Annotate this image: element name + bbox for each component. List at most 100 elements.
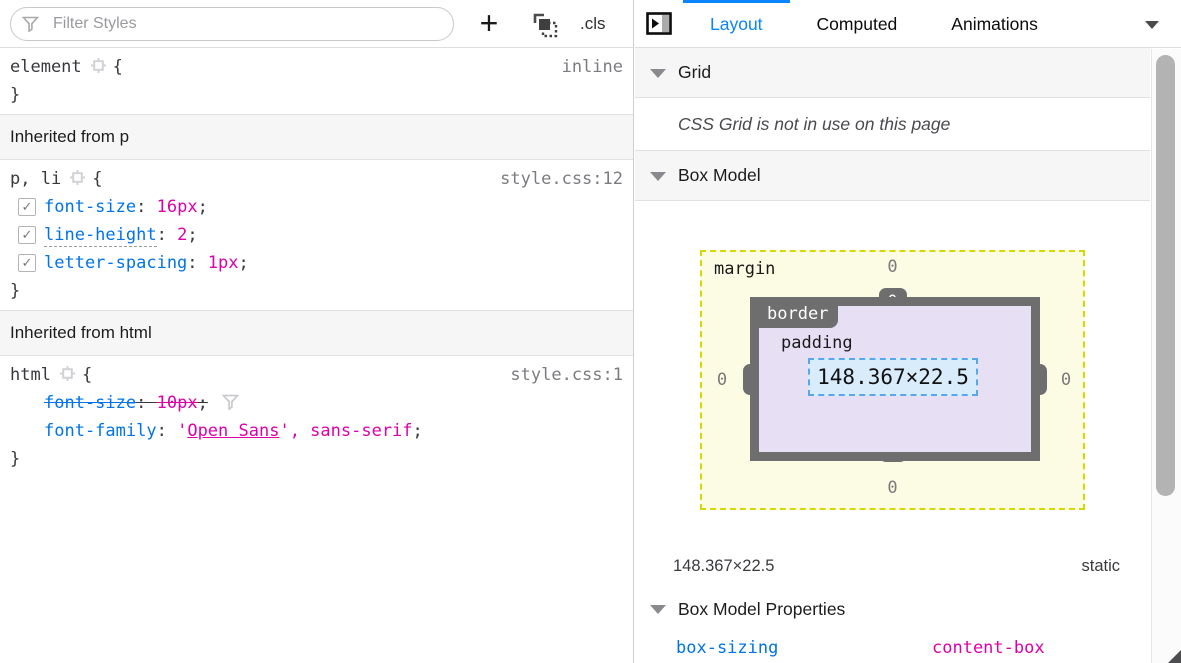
property-colon: : [157, 421, 177, 441]
rule-source-link[interactable]: style.css:12 [500, 165, 623, 193]
tab-animations[interactable]: Animations [924, 0, 1065, 48]
all-tabs-chevron-down-icon[interactable] [1145, 21, 1159, 29]
scrollbar-thumb[interactable] [1156, 55, 1175, 496]
font-family-link[interactable]: Open Sans [187, 421, 279, 441]
brace-open: { [113, 57, 123, 77]
rule-element-selector-line: element { inline [10, 53, 623, 81]
highlighter-target-icon[interactable] [60, 366, 75, 381]
declaration-font-size-overridden: font-size: 10px; [10, 389, 623, 417]
element-summary-row: 148.367×22.5 static [635, 543, 1150, 576]
box-model-content-box[interactable]: 148.367×22.5 [808, 358, 978, 396]
rule-p-li: p, li { style.css:12 ✓ font-size: 16px; ✓… [0, 160, 633, 310]
toggle-pseudo-classes-icon[interactable] [528, 10, 564, 42]
property-name[interactable]: font-size [44, 197, 136, 217]
box-model-border-box[interactable]: border padding 148.367×22.5 [750, 297, 1040, 461]
declaration-line-height: ✓ line-height: 2; [10, 221, 623, 249]
property-name[interactable]: line-height [44, 225, 157, 247]
property-value-quote: ' [177, 421, 187, 441]
rule-html: html { style.css:1 font-size: 10px; font-… [0, 356, 633, 478]
sidebar-toggle-icon [646, 12, 672, 35]
property-semicolon: ; [413, 421, 423, 441]
property-name[interactable]: font-size [44, 393, 136, 413]
highlighter-target-icon[interactable] [91, 58, 106, 73]
rule-element: element { inline } [0, 48, 633, 114]
property-value[interactable]: 2 [177, 225, 187, 245]
box-model-properties-header[interactable]: Box Model Properties [635, 597, 1150, 623]
property-name[interactable]: box-sizing [676, 638, 778, 658]
overridden-filter-icon[interactable] [222, 394, 239, 410]
declaration-checkbox[interactable]: ✓ [18, 226, 36, 244]
tab-layout[interactable]: Layout [683, 0, 790, 48]
rule-p-li-selector-line: p, li { style.css:12 [10, 165, 623, 193]
property-value[interactable]: 16px [157, 197, 198, 217]
element-dimensions: 148.367×22.5 [673, 557, 774, 576]
add-rule-button[interactable]: + [472, 5, 506, 43]
box-model-section-header[interactable]: Box Model [635, 151, 1150, 201]
filter-funnel-icon [22, 16, 39, 32]
tab-computed[interactable]: Computed [790, 0, 925, 48]
property-value[interactable]: content-box [932, 636, 1045, 660]
property-value[interactable]: 10px [157, 393, 198, 413]
box-model-diagram: margin 0 0 0 0 0 0 0 0 0 0 0 0 border pa… [635, 201, 1150, 543]
property-value-quote: ', [279, 421, 310, 441]
rule-source-inline[interactable]: inline [562, 53, 623, 81]
selector-html[interactable]: html [10, 365, 51, 385]
brace-close: } [10, 281, 20, 301]
margin-top-value[interactable]: 0 [883, 257, 903, 277]
property-semicolon: ; [239, 253, 249, 273]
inherited-from-html-header: Inherited from html [0, 310, 633, 356]
property-semicolon: ; [198, 393, 208, 413]
rules-toolbar: + .cls [0, 0, 633, 48]
brace-close: } [10, 449, 20, 469]
selector-element[interactable]: element [10, 57, 82, 77]
box-model-properties-title: Box Model Properties [678, 599, 845, 619]
padding-label: padding [781, 333, 853, 353]
resize-grip[interactable] [1168, 650, 1181, 663]
twisty-down-icon[interactable] [650, 605, 666, 614]
overridden-declaration[interactable]: font-size: 10px; [44, 393, 208, 413]
property-semicolon: ; [187, 225, 197, 245]
property-name[interactable]: font-family [44, 421, 157, 441]
margin-label: margin [714, 259, 775, 279]
property-semicolon: ; [198, 197, 208, 217]
margin-left-value[interactable]: 0 [712, 370, 732, 390]
sidebar-toggle-button[interactable] [635, 12, 683, 35]
filter-styles-input[interactable] [10, 7, 454, 41]
property-colon: : [136, 393, 156, 413]
inherited-from-p-header: Inherited from p [0, 114, 633, 160]
brace-close-line: } [10, 277, 623, 305]
twisty-down-icon[interactable] [650, 69, 666, 78]
element-position: static [1081, 557, 1120, 576]
brace-close-line: } [10, 81, 623, 109]
grid-empty-message: CSS Grid is not in use on this page [635, 98, 1150, 151]
layout-sidebar-panel: Layout Computed Animations Grid CSS Grid… [635, 0, 1181, 663]
toggle-classes-button[interactable]: .cls [580, 12, 606, 36]
brace-close: } [10, 85, 20, 105]
property-value[interactable]: 1px [208, 253, 239, 273]
property-colon: : [157, 225, 177, 245]
declaration-checkbox[interactable]: ✓ [18, 198, 36, 216]
rule-source-link[interactable]: style.css:1 [510, 361, 623, 389]
grid-section-header[interactable]: Grid [635, 48, 1150, 98]
margin-bottom-value[interactable]: 0 [883, 478, 903, 498]
brace-close-line: } [10, 445, 623, 473]
box-model-section-title: Box Model [678, 165, 761, 185]
margin-right-value[interactable]: 0 [1056, 370, 1076, 390]
border-label: border [757, 303, 838, 328]
brace-open: { [92, 169, 102, 189]
rule-html-selector-line: html { style.css:1 [10, 361, 623, 389]
property-colon: : [136, 197, 156, 217]
highlighter-target-icon[interactable] [70, 170, 85, 185]
twisty-down-icon[interactable] [650, 172, 666, 181]
declaration-checkbox[interactable]: ✓ [18, 254, 36, 272]
scrollbar-track[interactable] [1151, 49, 1181, 663]
property-colon: : [187, 253, 207, 273]
declaration-letter-spacing: ✓ letter-spacing: 1px; [10, 249, 623, 277]
rules-panel: + .cls element { inline } Inherited from … [0, 0, 634, 663]
brace-open: { [82, 365, 92, 385]
property-value[interactable]: sans-serif [310, 421, 412, 441]
declaration-font-family: font-family: 'Open Sans', sans-serif; [10, 417, 623, 445]
selector-p-li[interactable]: p, li [10, 169, 61, 189]
property-name[interactable]: letter-spacing [44, 253, 187, 273]
box-model-margin-box[interactable]: margin 0 0 0 0 0 0 0 0 0 0 0 0 border pa… [700, 250, 1085, 510]
